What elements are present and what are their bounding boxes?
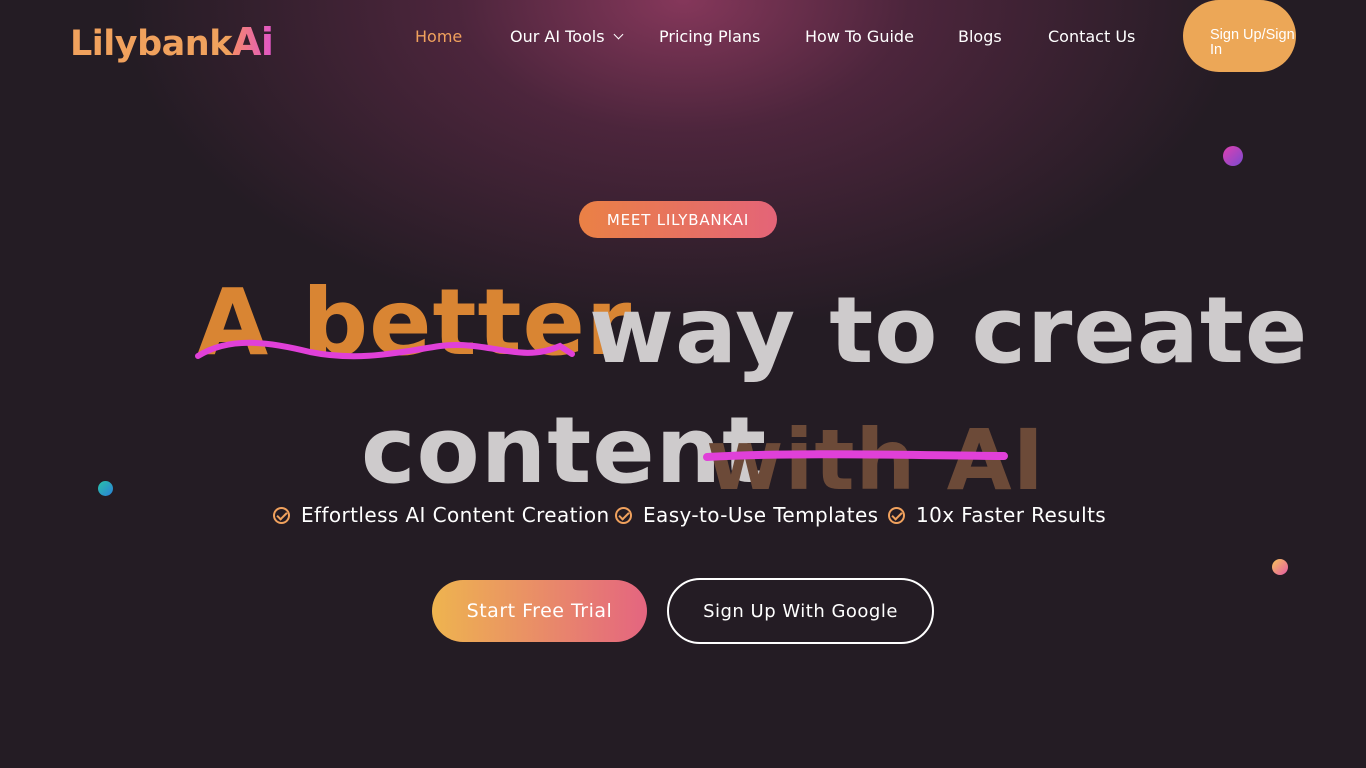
decor-dot-teal (98, 481, 113, 496)
logo-ai: Ai (231, 20, 274, 64)
feature-label: 10x Faster Results (916, 503, 1107, 527)
feature-label: Effortless AI Content Creation (301, 503, 610, 527)
google-signup-button[interactable]: Sign Up With Google (667, 578, 934, 644)
signup-signin-button[interactable]: Sign Up/Sign In (1183, 0, 1296, 72)
headline-decorations (195, 339, 1008, 461)
start-free-trial-button[interactable]: Start Free Trial (432, 580, 647, 642)
chevron-down-icon (613, 29, 624, 40)
check-circle-icon (615, 506, 632, 524)
nav-home[interactable]: Home (415, 27, 462, 46)
headline-struck: with AI (706, 411, 1045, 509)
hero-badge: MEET LILYBANKAI (579, 201, 777, 238)
logo[interactable]: LilybankAi (70, 20, 274, 68)
nav-ai-tools[interactable]: Our AI Tools (510, 27, 624, 46)
feature-item: Effortless AI Content Creation (273, 503, 610, 527)
nav-contact[interactable]: Contact Us (1048, 27, 1135, 46)
headline-highlight: A better (197, 269, 633, 376)
nav-pricing[interactable]: Pricing Plans (659, 27, 760, 46)
feature-item: Easy-to-Use Templates (615, 503, 878, 527)
nav-blogs[interactable]: Blogs (958, 27, 1002, 46)
headline-line1-rest: way to create (589, 277, 1309, 384)
feature-item: 10x Faster Results (888, 503, 1106, 527)
check-circle-icon (888, 506, 905, 524)
hero-glow (0, 0, 1366, 768)
decor-dot-purple (1223, 146, 1243, 166)
nav-how-to[interactable]: How To Guide (805, 27, 914, 46)
check-circle-icon (273, 506, 290, 524)
logo-word: Lilybank (70, 24, 232, 64)
feature-label: Easy-to-Use Templates (643, 503, 879, 527)
nav-ai-tools-label: Our AI Tools (510, 27, 605, 46)
decor-dot-peach (1272, 559, 1288, 575)
